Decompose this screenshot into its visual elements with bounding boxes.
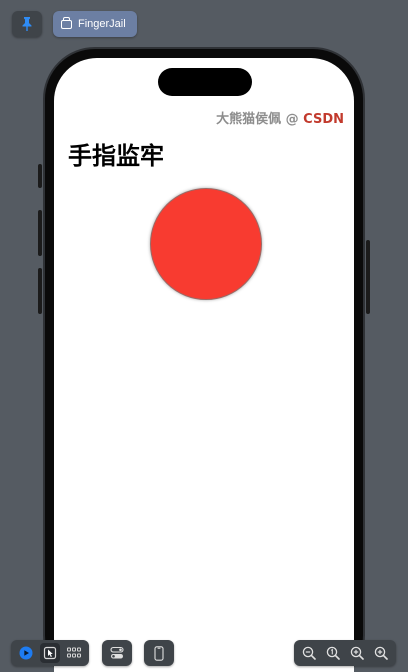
zoom-controls-group xyxy=(294,640,396,666)
red-circle[interactable] xyxy=(150,188,262,300)
device-volume-down-button xyxy=(38,268,42,314)
pin-preview-button[interactable] xyxy=(12,11,42,37)
device-volume-up-button xyxy=(38,210,42,256)
device-power-button xyxy=(366,240,370,314)
device-frame: 大熊猫侯佩 @ CSDN 手指监牢 xyxy=(43,47,365,672)
preview-device-group xyxy=(144,640,174,666)
preview-on-device-button[interactable] xyxy=(149,643,169,663)
zoom-to-fit-icon xyxy=(374,646,388,660)
device-screen: 大熊猫侯佩 @ CSDN 手指监牢 xyxy=(54,58,354,672)
page-title: 手指监牢 xyxy=(68,142,164,170)
credit-brand: CSDN xyxy=(303,112,344,127)
author-credit: 大熊猫侯佩 @ CSDN xyxy=(216,108,344,127)
dynamic-island xyxy=(158,68,252,96)
device-action-button xyxy=(38,164,42,188)
zoom-to-fit-button[interactable] xyxy=(371,643,391,663)
preview-tab[interactable]: FingerJail xyxy=(53,11,137,37)
variants-grid-icon xyxy=(67,647,81,659)
device-settings-group xyxy=(102,640,132,666)
live-preview-icon xyxy=(19,646,33,660)
live-preview-button[interactable] xyxy=(16,643,36,663)
preview-tab-label: FingerJail xyxy=(78,18,126,30)
device-settings-button[interactable] xyxy=(107,643,127,663)
zoom-out-button[interactable] xyxy=(299,643,319,663)
preview-mode-group xyxy=(11,640,89,666)
selectable-mode-button[interactable] xyxy=(40,643,60,663)
zoom-actual-size-button[interactable] xyxy=(323,643,343,663)
selectable-mode-icon xyxy=(43,646,57,660)
pin-icon xyxy=(20,16,34,32)
window-icon xyxy=(61,16,72,29)
device-settings-icon xyxy=(110,646,124,660)
zoom-in-icon xyxy=(350,646,364,660)
preview-on-device-icon xyxy=(154,645,164,661)
credit-author: 大熊猫侯佩 @ xyxy=(216,112,304,127)
zoom-out-icon xyxy=(302,646,316,660)
zoom-in-button[interactable] xyxy=(347,643,367,663)
zoom-100-icon xyxy=(326,646,340,660)
variants-grid-button[interactable] xyxy=(64,643,84,663)
